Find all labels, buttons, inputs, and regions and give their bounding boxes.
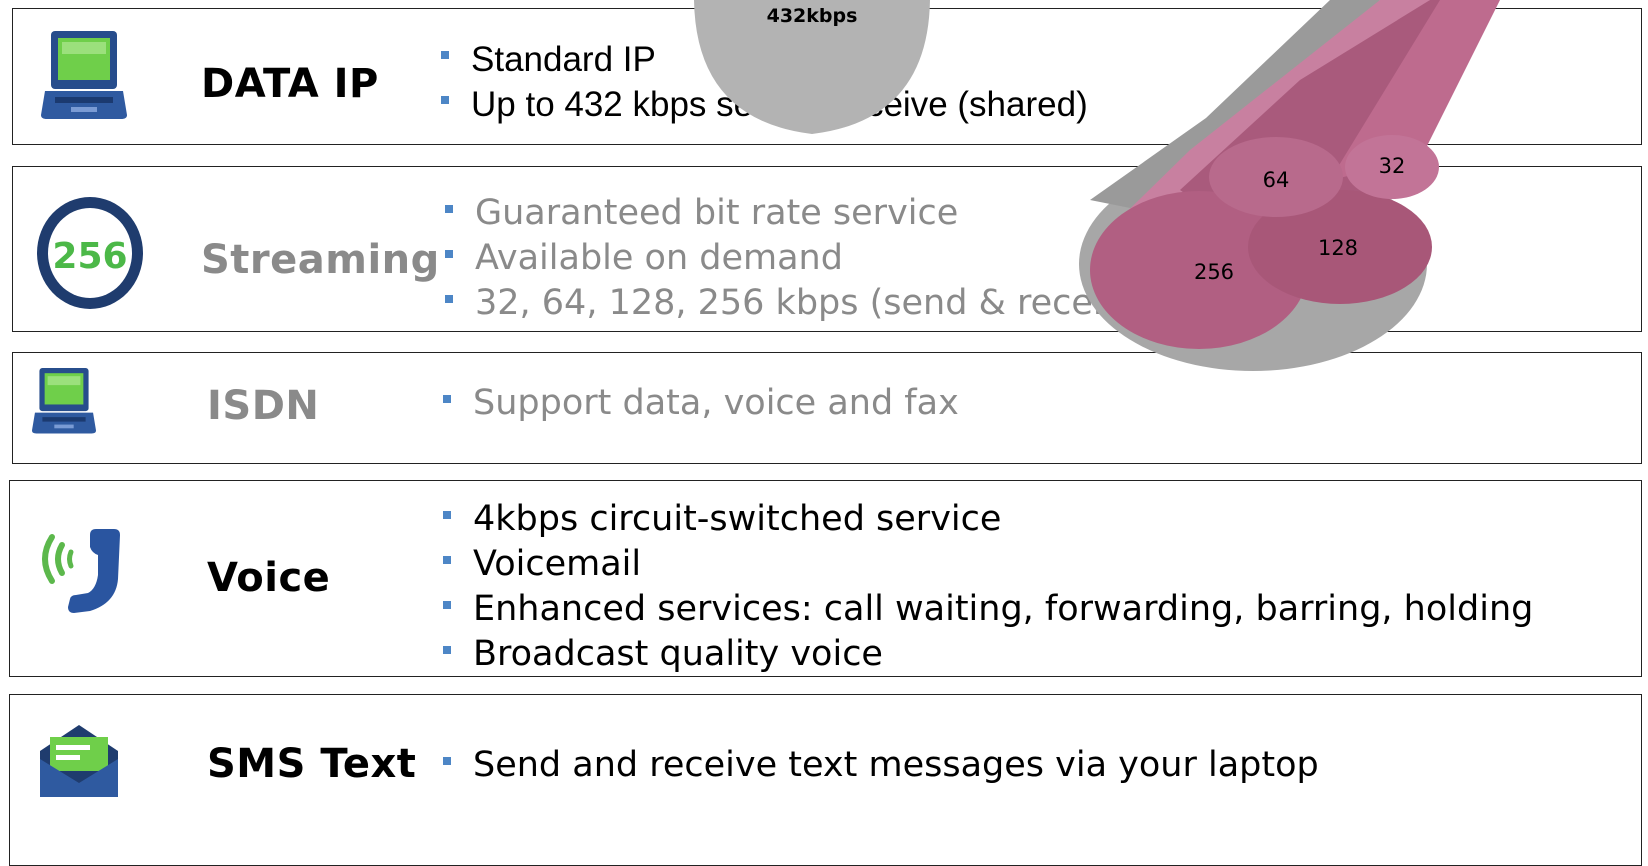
bullet-item: Guaranteed bit rate service [441, 191, 1159, 236]
bullet-item: Enhanced services: call waiting, forward… [439, 587, 1533, 632]
bullet-list: Send and receive text messages via your … [439, 743, 1319, 788]
bullet-item: Support data, voice and fax [439, 381, 959, 426]
phone-icon [34, 519, 124, 619]
laptop-icon [31, 365, 97, 439]
badge-label: 256 [52, 236, 127, 277]
laptop-icon [41, 27, 127, 125]
bullet-item: 4kbps circuit-switched service [439, 497, 1533, 542]
speed-badge-icon: 256 [35, 195, 145, 315]
circle-label: 64 [1263, 168, 1290, 192]
graphic-top-label: 432kbps [767, 5, 858, 27]
row-title: ISDN [207, 383, 320, 429]
bullet-item: Send and receive text messages via your … [439, 743, 1319, 788]
bullet-list: 4kbps circuit-switched service Voicemail… [439, 497, 1533, 677]
row-title: SMS Text [207, 741, 417, 787]
row-sms-text: SMS Text Send and receive text messages … [9, 694, 1642, 866]
bullet-list: Guaranteed bit rate service Available on… [441, 191, 1159, 326]
row-title: Streaming [201, 237, 440, 283]
bullet-item: 32, 64, 128, 256 kbps (send & receive) [441, 281, 1159, 326]
circle-label: 256 [1194, 260, 1234, 284]
bullet-list: Support data, voice and fax [439, 381, 959, 426]
row-title: Voice [207, 555, 331, 601]
circle-label: 32 [1379, 154, 1406, 178]
envelope-icon [36, 723, 122, 805]
row-isdn: ISDN Support data, voice and fax [12, 352, 1642, 464]
row-title: DATA IP [201, 61, 379, 107]
bullet-item: Available on demand [441, 236, 1159, 281]
row-voice: Voice 4kbps circuit-switched service Voi… [9, 480, 1642, 677]
bullet-item: Broadcast quality voice [439, 632, 1533, 677]
bullet-item: Voicemail [439, 542, 1533, 587]
circle-label: 128 [1318, 236, 1358, 260]
